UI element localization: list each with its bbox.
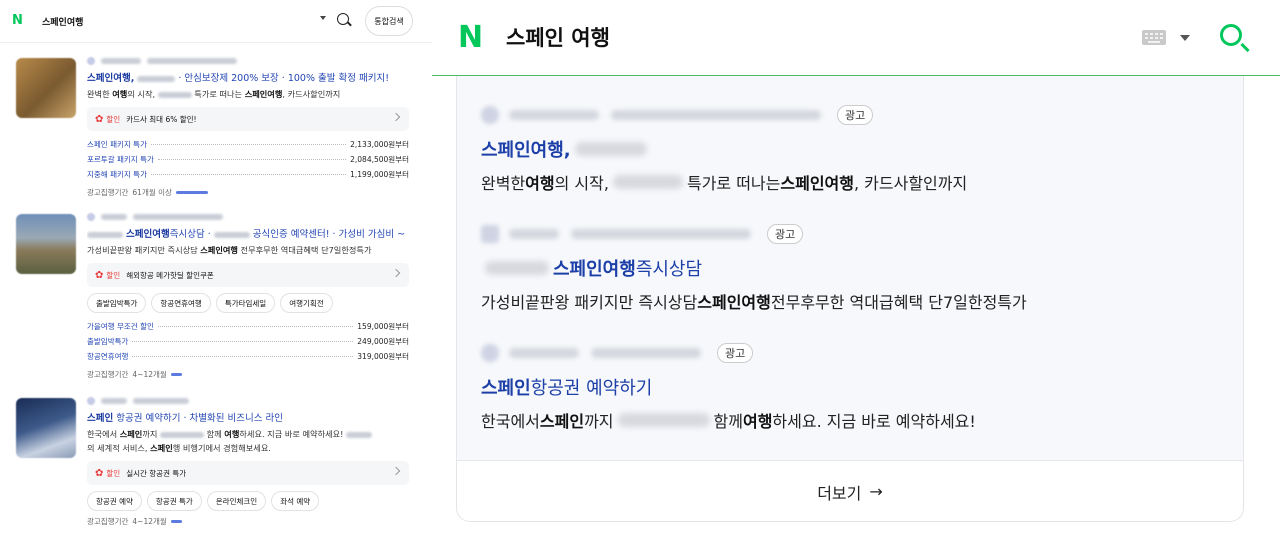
discount-icon: ✿ — [95, 269, 104, 281]
ad-description: 가성비끝판왕 패키지만 즉시상담 스페인여행 전무후무한 역대급혜택 단7일한정… — [87, 245, 372, 255]
chevron-right-icon — [391, 268, 401, 278]
page: N 스페인여행 통합검색 스페인여행, · 안심보장제 200% 보장 · 10… — [0, 0, 1280, 549]
ad-item: 광고 스페인 항공권 예약하기 한국에서 스페인 까지 함께 여행 하세요. 지금 … — [481, 342, 1221, 432]
left-panel: N 스페인여행 통합검색 스페인여행, · 안심보장제 200% 보장 · 10… — [0, 0, 432, 549]
ad-source[interactable]: 광고 — [481, 104, 1221, 126]
chevron-down-icon[interactable] — [1180, 35, 1190, 41]
ad-result-card: 광고 스페인여행, 완벽한 여행 의 시작, 특가로 떠나는 스페인여행, 카드사… — [456, 76, 1244, 522]
ad-description: 완벽한 여행의 시작, 특가로 떠나는 스페인여행, 카드사할인까지 — [481, 174, 968, 193]
search-bar-left[interactable]: N 스페인여행 — [12, 6, 360, 36]
price-row[interactable]: 스페인 패키지 특가 2,133,000원부터 — [87, 137, 409, 152]
chip[interactable]: 항공권 예약 — [87, 491, 142, 511]
chip[interactable]: 특가타임세일 — [215, 293, 276, 313]
ad-period: 광고집행기간 4~12개월 — [87, 369, 409, 380]
discount-icon: ✿ — [95, 467, 104, 479]
chevron-down-icon[interactable] — [320, 16, 326, 20]
ad-thumbnail[interactable] — [16, 58, 76, 118]
naver-logo-icon[interactable]: N — [458, 23, 486, 53]
ad-title[interactable]: 스페인 항공권 예약하기 · 차별화된 비즈니스 라인 — [87, 410, 409, 424]
ad-source[interactable] — [87, 212, 409, 222]
search-query[interactable]: 스페인 여행 — [506, 22, 610, 52]
ad-card: 스페인여행즉시상담 · 공식인증 예약센터! · 가성비 가심비 ~ 가성비끝판… — [16, 212, 416, 392]
promo-banner[interactable]: ✿ 할인 해외항공 메가핫딜 할인쿠폰 — [87, 263, 409, 287]
search-header: N 스페인 여행 — [432, 0, 1280, 76]
period-bar — [170, 373, 182, 376]
ad-title[interactable]: 스페인여행 즉시상담 — [481, 255, 1221, 281]
period-bar — [170, 520, 182, 523]
chevron-right-icon — [391, 112, 401, 122]
keyboard-icon[interactable] — [1142, 30, 1166, 45]
chip[interactable]: 여행기획전 — [280, 293, 333, 313]
promo-banner[interactable]: ✿ 할인 실시간 항공권 특가 — [87, 461, 409, 485]
ad-source[interactable]: 광고 — [481, 223, 1221, 245]
ad-thumbnail[interactable] — [16, 214, 76, 274]
ad-list: 광고 스페인여행, 완벽한 여행 의 시작, 특가로 떠나는 스페인여행, 카드사… — [457, 76, 1243, 460]
ad-title[interactable]: 스페인 항공권 예약하기 — [481, 374, 1221, 400]
naver-logo-icon[interactable]: N — [12, 14, 26, 28]
ad-source[interactable]: 광고 — [481, 342, 1221, 364]
ad-card: 스페인 항공권 예약하기 · 차별화된 비즈니스 라인 한국에서 스페인까지 함… — [16, 396, 416, 546]
ad-thumbnail[interactable] — [16, 398, 76, 458]
chevron-right-icon — [391, 466, 401, 476]
search-query-left[interactable]: 스페인여행 — [42, 15, 83, 28]
price-row[interactable]: 항공연휴여행 319,000원부터 — [87, 349, 409, 364]
price-row[interactable]: 출발임박특가 249,000원부터 — [87, 334, 409, 349]
chip[interactable]: 온라인체크인 — [206, 491, 267, 511]
promo-banner[interactable]: ✿ 할인 카드사 최대 6% 할인! — [87, 107, 409, 131]
price-row[interactable]: 지중해 패키지 특가 1,199,000원부터 — [87, 167, 409, 182]
discount-icon: ✿ — [95, 113, 104, 125]
chip[interactable]: 항공연휴여행 — [151, 293, 211, 313]
ad-title[interactable]: 스페인여행, — [481, 136, 1221, 162]
ad-description: 한국에서 스페인까지 함께 여행하세요. 지금 바로 예약하세요! 의 세계적 … — [87, 427, 409, 455]
ad-item: 광고 스페인여행, 완벽한 여행 의 시작, 특가로 떠나는 스페인여행, 카드사… — [481, 104, 1221, 194]
ad-badge: 광고 — [837, 105, 874, 125]
ad-period: 광고집행기간 61개월 이상 — [87, 187, 409, 198]
more-button[interactable]: 더보기 → — [457, 460, 1243, 522]
search-icon[interactable] — [337, 13, 349, 25]
ad-title[interactable]: 스페인여행, · 안심보장제 200% 보장 · 100% 출발 확정 패키지! — [87, 70, 409, 84]
ad-item: 광고 스페인여행 즉시상담 가성비끝판왕 패키지만 즉시상담 스페인여행 전무후무… — [481, 223, 1221, 313]
chip[interactable]: 좌석 예약 — [271, 491, 320, 511]
chip[interactable]: 출발임박특가 — [87, 293, 147, 313]
price-row[interactable]: 포르투갈 패키지 특가 2,084,500원부터 — [87, 152, 409, 167]
chip[interactable]: 항공권 특가 — [146, 491, 202, 511]
ad-title[interactable]: 스페인여행즉시상담 · 공식인증 예약센터! · 가성비 가심비 ~ — [87, 226, 409, 240]
right-panel: N 스페인 여행 광고 스페인여행, 완벽한 여행 의 시작, 특가로 떠나는 스… — [432, 0, 1280, 549]
ad-badge: 광고 — [767, 224, 804, 244]
price-row[interactable]: 가을여행 무조건 할인 159,000원부터 — [87, 319, 409, 334]
ad-description: 완벽한 여행의 시작, 특가로 떠나는 스페인여행, 카드사할인까지 — [87, 89, 341, 99]
ad-source[interactable] — [87, 56, 409, 66]
ad-source[interactable] — [87, 396, 409, 406]
integrated-search-button[interactable]: 통합검색 — [365, 6, 413, 36]
period-bar — [175, 191, 208, 194]
ad-badge: 광고 — [717, 343, 754, 363]
arrow-right-icon: → — [869, 482, 883, 501]
divider — [0, 42, 432, 43]
search-icon[interactable] — [1220, 24, 1242, 46]
ad-card: 스페인여행, · 안심보장제 200% 보장 · 100% 출발 확정 패키지!… — [16, 56, 416, 206]
ad-description: 가성비끝판왕 패키지만 즉시상담 스페인여행 전무후무한 역대급혜택 단7일한정… — [481, 293, 1027, 312]
ad-period: 광고집행기간 4~12개월 — [87, 516, 409, 527]
ad-description: 한국에서 스페인 까지 함께 여행 하세요. 지금 바로 예약하세요! — [481, 412, 976, 431]
